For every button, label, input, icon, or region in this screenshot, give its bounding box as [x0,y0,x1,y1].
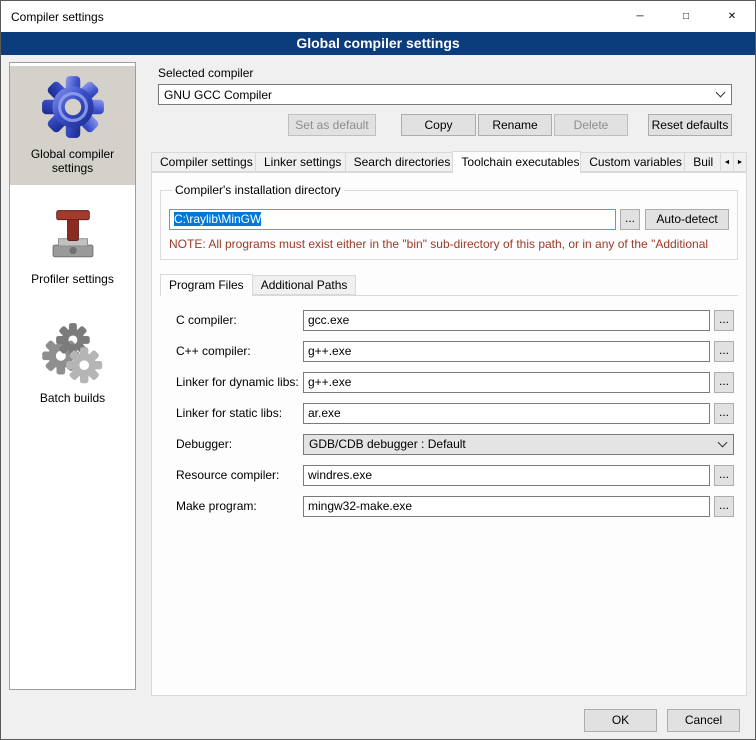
close-icon: ✕ [728,11,736,22]
delete-button: Delete [554,114,628,136]
compiler-actions-row: Set as default Copy Rename Delete Reset … [158,114,732,136]
dynamic-linker-input[interactable]: g++.exe [303,372,710,393]
field-label: Linker for dynamic libs: [176,375,303,389]
maximize-button[interactable]: □ [663,1,709,32]
settings-tabstrip: Compiler settings Linker settings Search… [151,150,747,172]
sidebar-item-label: Profiler settings [13,272,132,286]
selected-compiler-value: GNU GCC Compiler [159,88,709,102]
window-title: Compiler settings [1,10,617,24]
minimize-icon: ─ [636,11,643,22]
program-files-tabstrip: Program Files Additional Paths [160,273,738,295]
sidebar-item-profiler-settings[interactable]: Profiler settings [10,199,135,296]
resource-compiler-input[interactable]: windres.exe [303,465,710,486]
field-row-c-compiler: C compiler: gcc.exe ... [176,309,734,331]
debugger-value: GDB/CDB debugger : Default [304,437,711,451]
field-row-debugger: Debugger: GDB/CDB debugger : Default [176,433,734,455]
chevron-down-icon [711,443,733,446]
tab-toolchain-executables[interactable]: Toolchain executables [452,151,581,173]
browse-dynamic-linker-button[interactable]: ... [714,372,734,393]
reset-defaults-button[interactable]: Reset defaults [648,114,732,136]
field-label: C++ compiler: [176,344,303,358]
dialog-footer: OK Cancel [1,700,755,740]
profiler-tool-icon [44,207,102,265]
tab-additional-paths[interactable]: Additional Paths [252,275,357,295]
tab-scrollers: ◄ ► [721,152,747,172]
sidebar-item-batch-builds[interactable]: Batch builds [10,312,135,415]
ok-button[interactable]: OK [584,709,657,732]
tab-search-directories[interactable]: Search directories [345,152,454,172]
maximize-icon: □ [683,11,689,22]
tab-scroll-right-icon[interactable]: ► [733,152,747,172]
selected-compiler-combo[interactable]: GNU GCC Compiler [158,84,732,105]
chevron-down-icon [709,93,731,96]
tab-scroll-left-icon[interactable]: ◄ [720,152,734,172]
gray-gears-icon [41,320,105,384]
minimize-button[interactable]: ─ [617,1,663,32]
browse-make-program-button[interactable]: ... [714,496,734,517]
installation-directory-title: Compiler's installation directory [172,183,344,197]
browse-directory-button[interactable]: ... [620,209,640,230]
auto-detect-button[interactable]: Auto-detect [645,209,729,230]
tab-program-files[interactable]: Program Files [160,274,253,296]
static-linker-input[interactable]: ar.exe [303,403,710,424]
tab-linker-settings[interactable]: Linker settings [255,152,346,172]
bin-subdirectory-note: NOTE: All programs must exist either in … [169,237,729,251]
installation-directory-row: C:\raylib\MinGW ... Auto-detect [169,209,729,231]
compiler-settings-window: Compiler settings ─ □ ✕ Global compiler … [0,0,756,740]
sidebar-item-label: Batch builds [13,391,132,405]
field-label: Resource compiler: [176,468,303,482]
cpp-compiler-input[interactable]: g++.exe [303,341,710,362]
make-program-input[interactable]: mingw32-make.exe [303,496,710,517]
field-row-dynamic-linker: Linker for dynamic libs: g++.exe ... [176,371,734,393]
field-label: Make program: [176,499,303,513]
c-compiler-input[interactable]: gcc.exe [303,310,710,331]
settings-category-list: Global compiler settings Profiler settin… [9,62,136,690]
field-row-make-program: Make program: mingw32-make.exe ... [176,495,734,517]
field-row-resource-compiler: Resource compiler: windres.exe ... [176,464,734,486]
copy-button[interactable]: Copy [401,114,476,136]
cancel-button[interactable]: Cancel [667,709,740,732]
field-row-static-linker: Linker for static libs: ar.exe ... [176,402,734,424]
browse-c-compiler-button[interactable]: ... [714,310,734,331]
sidebar-item-label: Global compiler settings [13,147,132,175]
global-compiler-settings-pane: Selected compiler GNU GCC Compiler Set a… [151,66,747,696]
debugger-combo[interactable]: GDB/CDB debugger : Default [303,434,734,455]
installation-directory-value: C:\raylib\MinGW [174,212,261,226]
tab-custom-variables[interactable]: Custom variables [580,152,685,172]
set-as-default-button: Set as default [288,114,376,136]
dialog-header: Global compiler settings [1,32,755,55]
tab-build-options-truncated[interactable]: Buil [684,152,721,172]
field-label: Debugger: [176,437,303,451]
installation-directory-group: Compiler's installation directory C:\ray… [160,183,738,260]
field-label: C compiler: [176,313,303,327]
toolchain-executables-panel: Compiler's installation directory C:\ray… [151,172,747,696]
field-row-cpp-compiler: C++ compiler: g++.exe ... [176,340,734,362]
browse-cpp-compiler-button[interactable]: ... [714,341,734,362]
sidebar-item-global-compiler-settings[interactable]: Global compiler settings [10,66,135,185]
selected-compiler-label: Selected compiler [158,66,732,80]
browse-static-linker-button[interactable]: ... [714,403,734,424]
rename-button[interactable]: Rename [478,114,552,136]
tab-compiler-settings[interactable]: Compiler settings [151,152,256,172]
program-files-panel: C compiler: gcc.exe ... C++ compiler: g+… [160,295,738,517]
installation-directory-input[interactable]: C:\raylib\MinGW [169,209,616,230]
blue-gear-icon [40,74,106,140]
close-button[interactable]: ✕ [709,1,755,32]
field-label: Linker for static libs: [176,406,303,420]
titlebar: Compiler settings ─ □ ✕ [1,1,755,32]
browse-resource-compiler-button[interactable]: ... [714,465,734,486]
